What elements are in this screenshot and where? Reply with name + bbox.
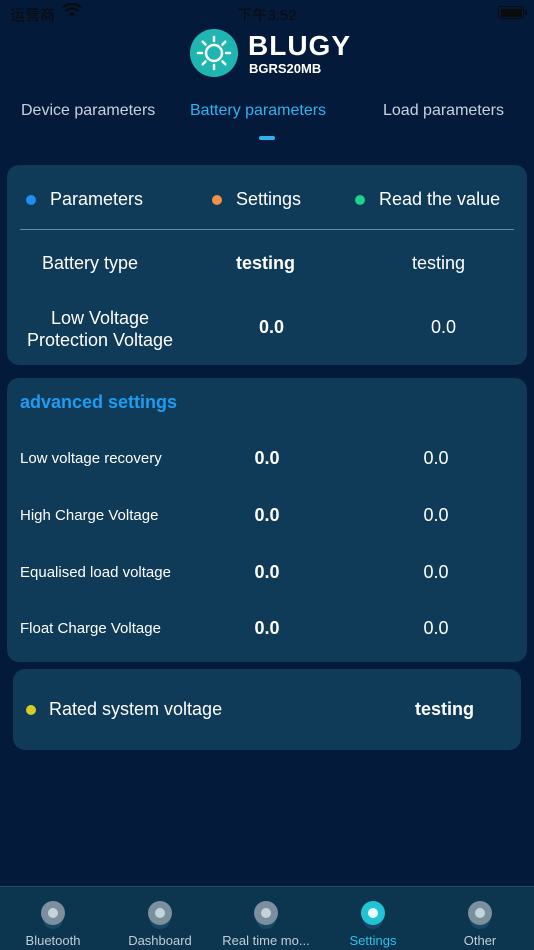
low-voltage-protection-label: Low Voltage Protection Voltage (21, 307, 179, 351)
battery-type-setting[interactable]: testing (236, 253, 295, 274)
bluetooth-icon (41, 901, 65, 925)
legend-dot (26, 194, 36, 205)
battery-icon (498, 6, 527, 19)
legend-dot (212, 194, 222, 205)
status-bar: 运营商 下午3:52 (0, 0, 534, 28)
nav-label: Settings (349, 933, 397, 948)
rated-dot (26, 705, 36, 715)
low-voltage-recovery-read: 0.0 (423, 448, 449, 468)
rated-system-voltage-label: Rated system voltage (49, 699, 223, 719)
brand-name: BLUGY (248, 30, 351, 61)
nav-other[interactable]: Other (427, 887, 533, 950)
high-charge-voltage-read: 0.0 (423, 505, 449, 525)
rated-system-voltage-card[interactable]: Rated system voltage testing (13, 669, 521, 750)
legend-dot (355, 194, 365, 205)
nav-dashboard[interactable]: Dashboard (107, 887, 213, 950)
low-voltage-recovery-label: Low voltage recovery (20, 450, 162, 467)
advanced-settings-card: advanced settings Low voltage recovery 0… (7, 378, 527, 662)
nav-settings[interactable]: Settings (320, 887, 426, 950)
equalised-load-voltage-label: Equalised load voltage (20, 564, 171, 581)
legend-label: Settings (236, 189, 302, 209)
nav-realtime[interactable]: Real time mo... (213, 887, 319, 950)
nav-label: Other (463, 933, 497, 948)
battery-parameters-card: Parameters Settings Read the value Batte… (7, 165, 527, 365)
low-voltage-protection-read: 0.0 (431, 317, 457, 337)
parameter-tabs: Device parameters Battery parameters Loa… (0, 100, 534, 144)
nav-label: Real time mo... (222, 933, 310, 948)
dashboard-icon (148, 901, 172, 925)
label-line: Protection Voltage (26, 330, 174, 350)
battery-type-read: testing (412, 253, 466, 273)
battery-type-label: Battery type (42, 253, 139, 273)
high-charge-voltage-setting[interactable]: 0.0 (237, 505, 297, 526)
tab-battery-parameters[interactable]: Battery parameters (190, 102, 326, 120)
high-charge-voltage-label: High Charge Voltage (20, 507, 159, 524)
low-voltage-recovery-setting[interactable]: 0.0 (237, 448, 297, 469)
legend-label: Parameters (50, 189, 144, 209)
tab-load-parameters[interactable]: Load parameters (383, 102, 504, 120)
nav-label: Bluetooth (25, 933, 81, 948)
app-header: BLUGY BGRS20MB (0, 28, 534, 80)
legend-divider (20, 229, 514, 230)
nav-bluetooth[interactable]: Bluetooth (0, 887, 106, 950)
float-charge-voltage-label: Float Charge Voltage (20, 620, 161, 637)
label-line: Low Voltage (50, 308, 150, 328)
legend-label: Read the value (379, 189, 501, 209)
legend-settings: Settings (212, 189, 301, 210)
rated-system-voltage-value[interactable]: testing (415, 699, 474, 720)
advanced-settings-title[interactable]: advanced settings (20, 392, 177, 413)
sun-logo-icon (190, 29, 238, 77)
other-icon (468, 901, 492, 925)
nav-label: Dashboard (128, 933, 192, 948)
active-tab-indicator (259, 136, 275, 140)
equalised-load-voltage-read: 0.0 (423, 562, 449, 582)
status-time: 下午3:52 (237, 7, 297, 24)
device-model: BGRS20MB (249, 61, 322, 76)
equalised-load-voltage-setting[interactable]: 0.0 (237, 562, 297, 583)
float-charge-voltage-read: 0.0 (423, 618, 449, 638)
bottom-navigation: Bluetooth Dashboard Real time mo... Sett… (0, 886, 534, 950)
tab-device-parameters[interactable]: Device parameters (21, 102, 155, 120)
legend-parameters: Parameters (26, 189, 143, 210)
settings-icon (361, 901, 385, 925)
realtime-icon (254, 901, 278, 925)
float-charge-voltage-setting[interactable]: 0.0 (237, 618, 297, 639)
legend-read-value: Read the value (355, 189, 500, 210)
low-voltage-protection-setting[interactable]: 0.0 (259, 317, 284, 338)
